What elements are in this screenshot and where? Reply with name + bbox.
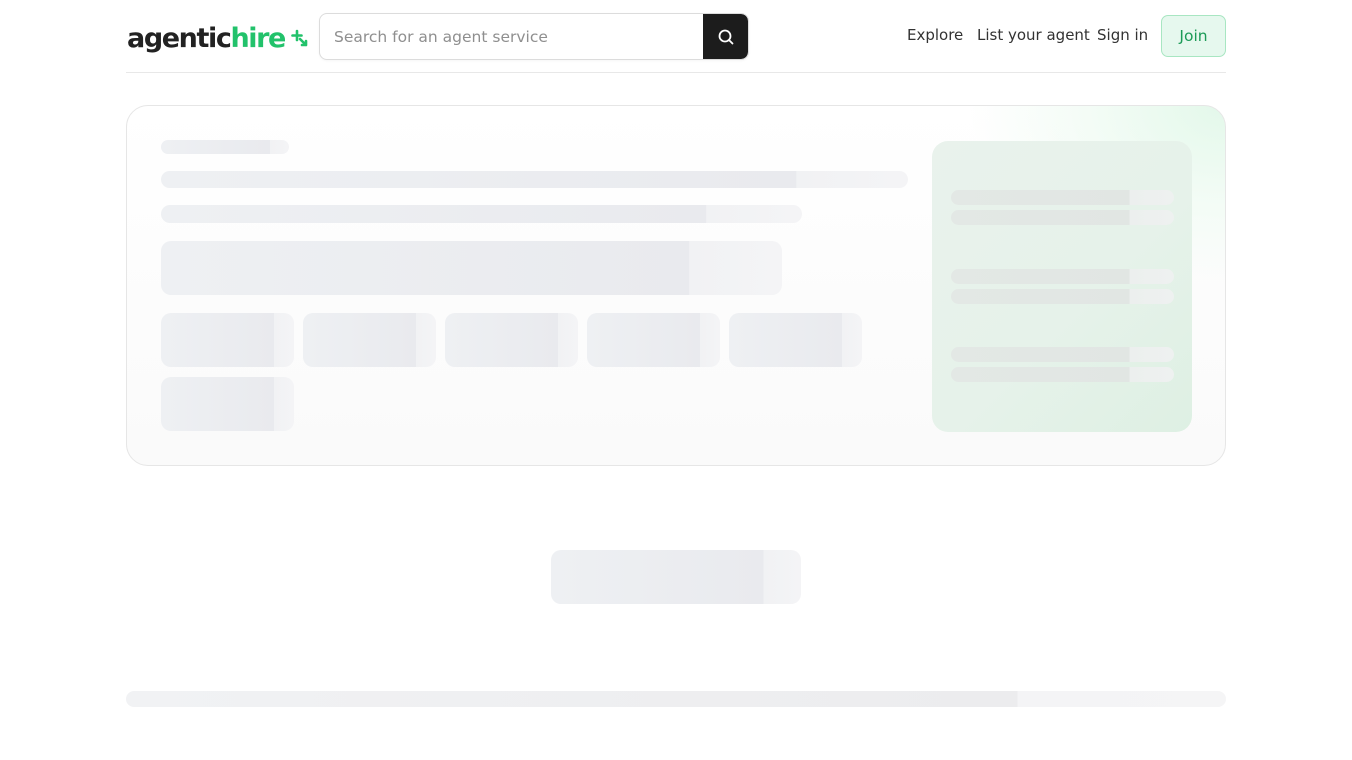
skeleton-side-panel bbox=[932, 141, 1192, 432]
skeleton-eyebrow bbox=[161, 140, 289, 154]
skeleton-side-line bbox=[951, 347, 1174, 362]
search-icon bbox=[718, 29, 733, 44]
skeleton-chip bbox=[445, 313, 578, 367]
skeleton-chip bbox=[161, 313, 294, 367]
skeleton-title-line-1 bbox=[161, 171, 908, 188]
nav-list-your-agent-link[interactable]: List your agent bbox=[977, 26, 1090, 48]
skeleton-search-block bbox=[161, 241, 782, 295]
sparkle-plus-icon bbox=[291, 29, 308, 47]
skeleton-side-line bbox=[951, 367, 1174, 382]
skeleton-title-line-2 bbox=[161, 205, 802, 223]
search-button[interactable] bbox=[703, 14, 748, 59]
skeleton-side-line bbox=[951, 269, 1174, 284]
skeleton-side-line bbox=[951, 210, 1174, 225]
skeleton-footer-line bbox=[126, 691, 1226, 707]
logo-text-hire: hire bbox=[230, 22, 286, 54]
skeleton-chip bbox=[729, 313, 862, 367]
logo[interactable]: agentic hire bbox=[127, 18, 309, 58]
skeleton-chip bbox=[587, 313, 720, 367]
nav-explore-link[interactable]: Explore bbox=[907, 26, 963, 48]
nav-sign-in-link[interactable]: Sign in bbox=[1097, 26, 1148, 48]
logo-text-agentic: agentic bbox=[127, 22, 232, 54]
skeleton-chip bbox=[303, 313, 436, 367]
skeleton-button bbox=[551, 550, 801, 604]
join-button[interactable]: Join bbox=[1161, 15, 1226, 57]
skeleton-side-line bbox=[951, 190, 1174, 205]
top-header: agentichire Explore List your agent Sign… bbox=[126, 0, 1226, 73]
skeleton-side-line bbox=[951, 289, 1174, 304]
search-box bbox=[319, 13, 749, 60]
skeleton-chip bbox=[161, 377, 294, 431]
loading-hero-card bbox=[126, 105, 1226, 466]
search-input[interactable] bbox=[320, 14, 704, 59]
